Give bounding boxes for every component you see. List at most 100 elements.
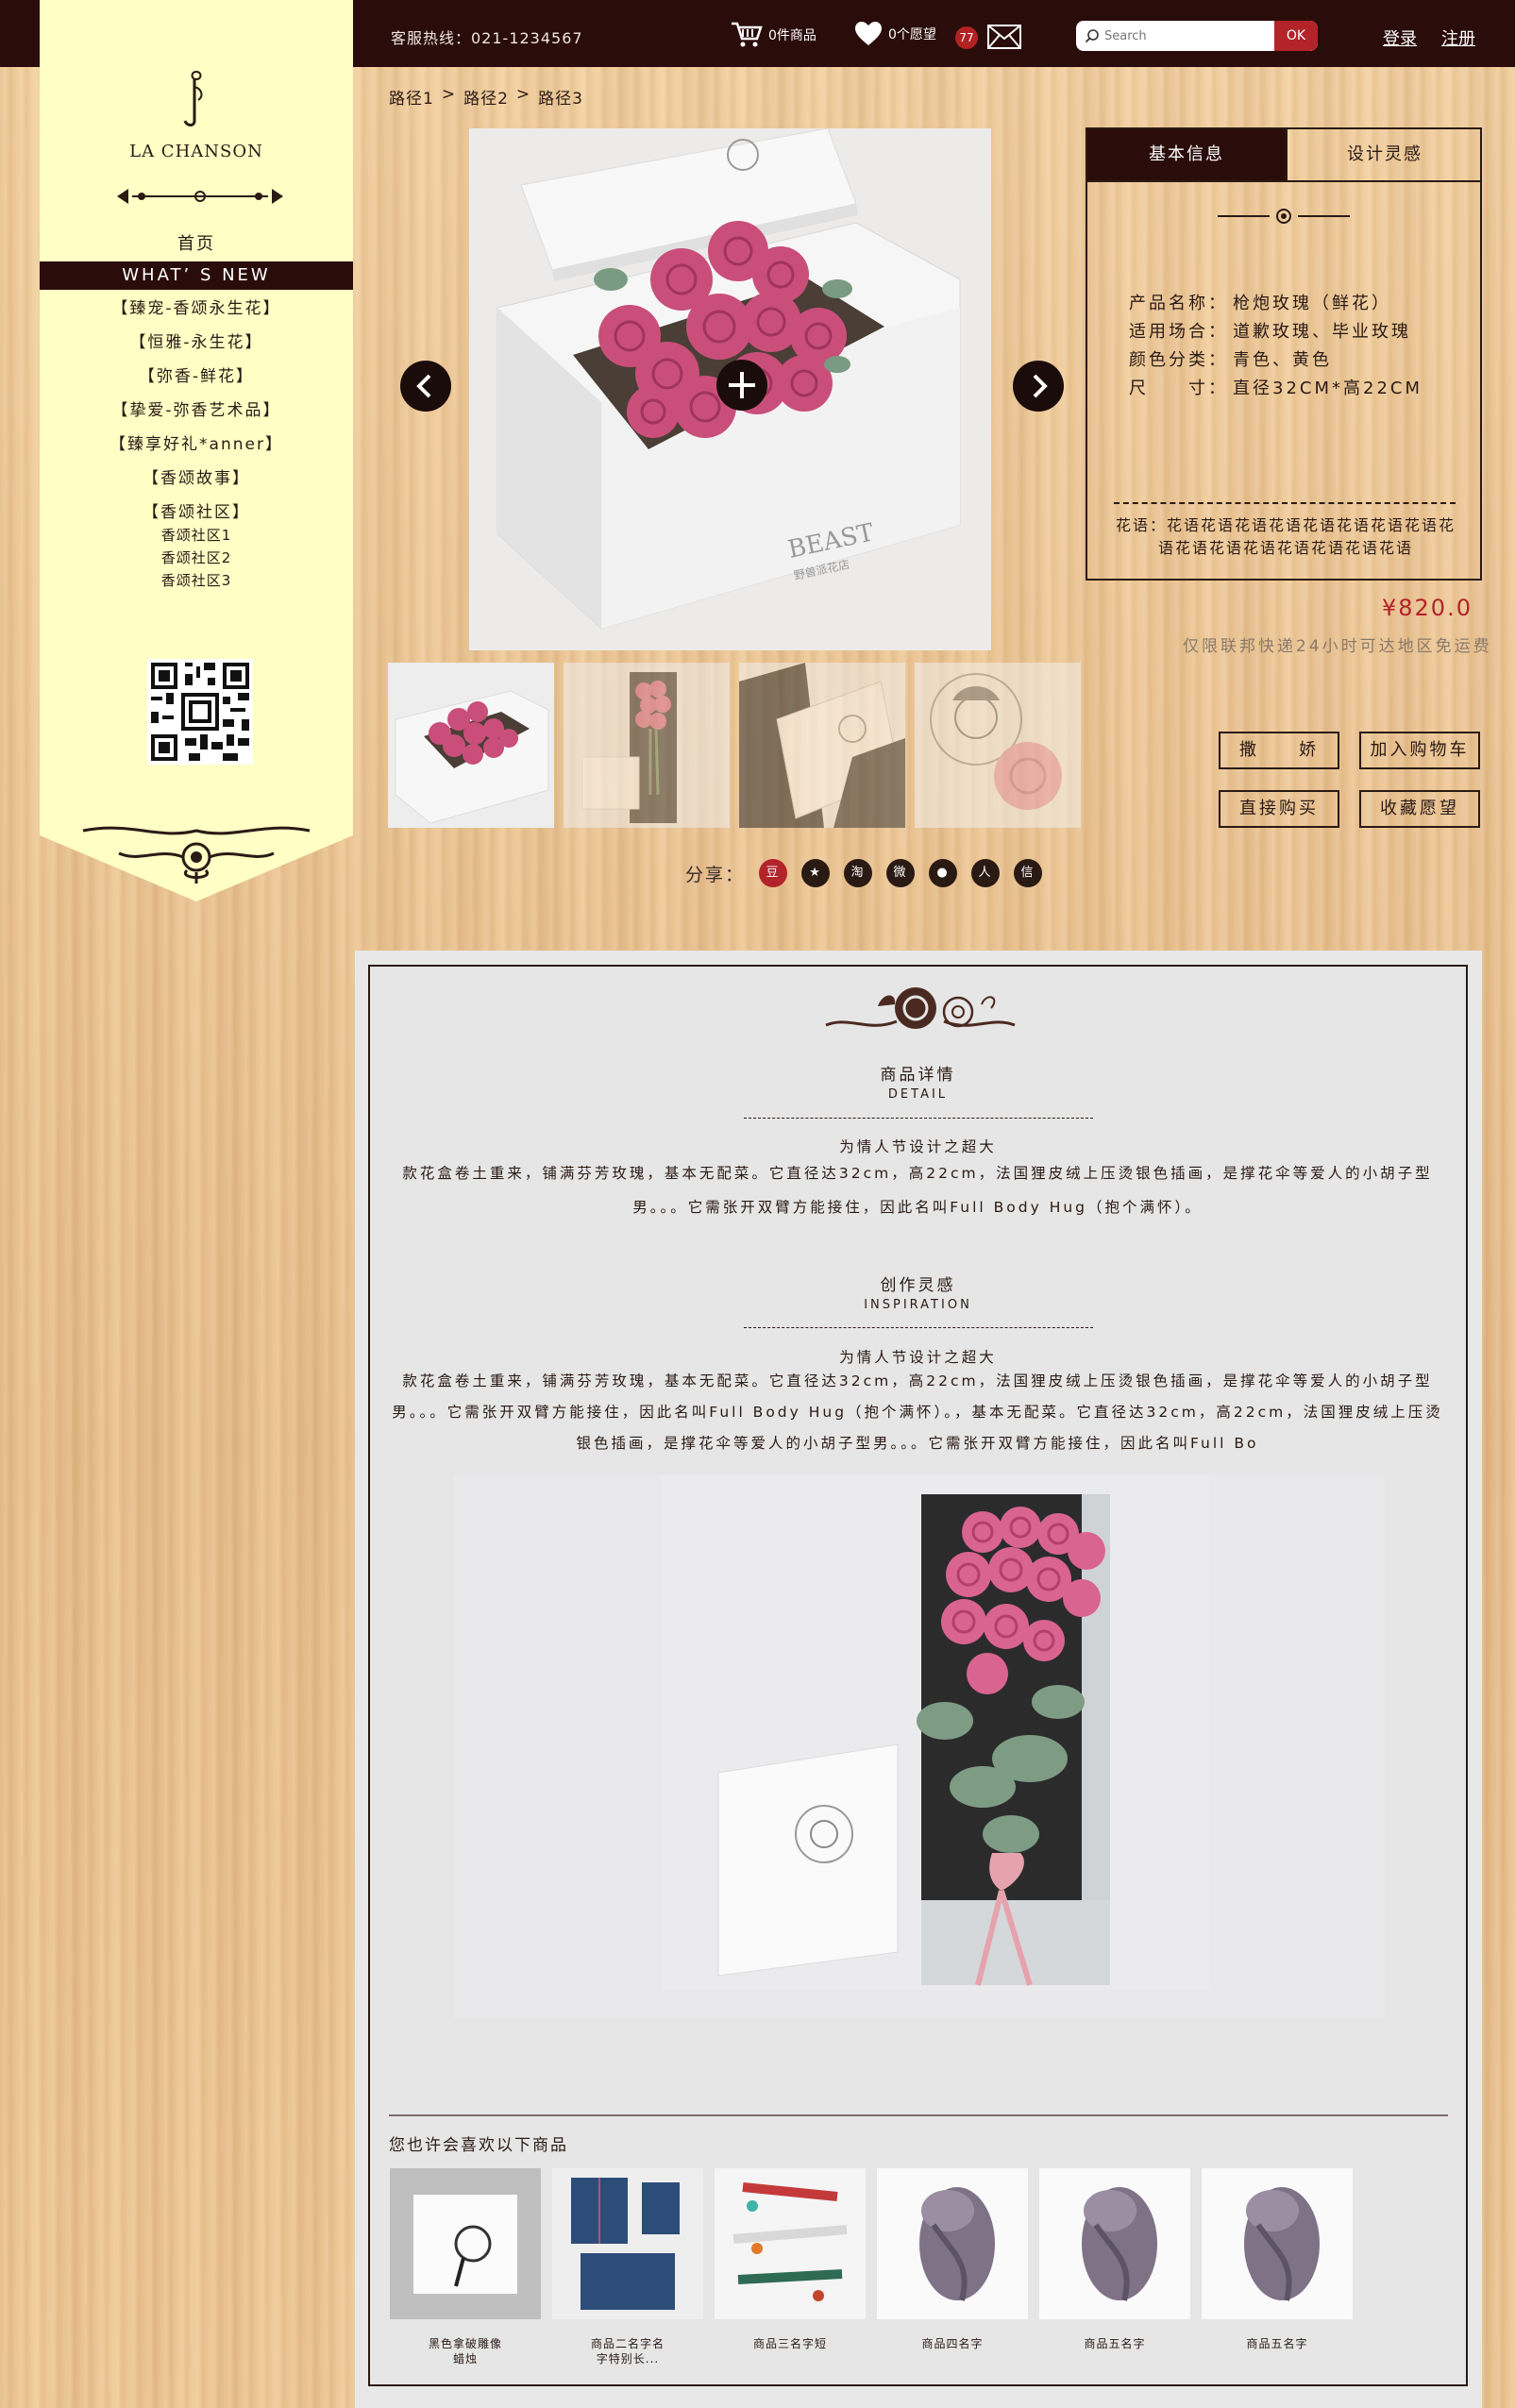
detail-title-en: DETAIL bbox=[887, 1087, 949, 1102]
sidebar-ornament-icon bbox=[82, 826, 311, 884]
recommend-item[interactable]: 商品五名字 bbox=[1202, 2168, 1353, 2366]
zoom-plus-icon[interactable] bbox=[716, 360, 767, 411]
add-to-cart-button[interactable]: 加入购物车 bbox=[1359, 732, 1480, 769]
chevron-right-icon bbox=[1033, 374, 1048, 398]
mail-icon[interactable] bbox=[987, 25, 1021, 53]
recommend-image bbox=[715, 2168, 866, 2319]
nav-sub-item[interactable]: 香颂社区3 bbox=[40, 569, 353, 592]
recommend-name: 商品四名字 bbox=[921, 2337, 984, 2350]
nav-home[interactable]: 首页 bbox=[40, 230, 353, 255]
nav-sub-item[interactable]: 香颂社区1 bbox=[40, 524, 353, 547]
detail-subtitle: 为情人节设计之超大 bbox=[839, 1138, 997, 1155]
register-link[interactable]: 注册 bbox=[1441, 25, 1475, 50]
nav-item-mixiang[interactable]: 【弥香-鲜花】 bbox=[40, 364, 353, 398]
nav-item-zhenchong[interactable]: 【臻宠-香颂永生花】 bbox=[40, 296, 353, 330]
nav-sub-item[interactable]: 香颂社区2 bbox=[40, 547, 353, 569]
login-link[interactable]: 登录 bbox=[1383, 25, 1417, 50]
renren-icon[interactable]: 人 bbox=[971, 859, 1001, 887]
nav-list: 【臻宠-香颂永生花】 【恒雅-永生花】 【弥香-鲜花】 【挚爱-弥香艺术品】 【… bbox=[40, 296, 353, 534]
recommend-image bbox=[1202, 2168, 1353, 2319]
qr-code-icon bbox=[147, 659, 253, 765]
next-image-button[interactable] bbox=[1013, 361, 1064, 412]
nav-whats-new[interactable]: WHAT’ S NEW bbox=[40, 261, 353, 290]
taobao-icon[interactable]: 淘 bbox=[844, 859, 873, 887]
recommend-item[interactable]: 黑色拿破雕像 蜡烛 bbox=[390, 2168, 541, 2366]
inspiration-title: 创作灵感 bbox=[880, 1276, 956, 1295]
prev-image-button[interactable] bbox=[400, 361, 451, 412]
spec-key: 产品名称： bbox=[1129, 294, 1228, 313]
inspiration-text: 款花盒卷土重来，铺满芬芳玫瑰，基本无配菜。它直径达32cm，高22cm，法国狸皮… bbox=[392, 1372, 1443, 1452]
recommend-item[interactable]: 商品二名字名 字特别长... bbox=[552, 2168, 703, 2366]
recommend-image bbox=[1039, 2168, 1190, 2319]
brand-logo[interactable] bbox=[40, 66, 353, 132]
weibo-icon[interactable]: 微 bbox=[886, 859, 916, 887]
wechat-icon[interactable]: 信 bbox=[1014, 859, 1043, 887]
spec-value: 道歉玫瑰、毕业玫瑰 bbox=[1233, 322, 1411, 342]
thumbnail-4[interactable] bbox=[915, 663, 1081, 828]
recommend-list: 黑色拿破雕像 蜡烛 商品二名字名 字特别长... 商品三名字短 商品四名字 商品… bbox=[390, 2168, 1353, 2366]
spec-value: 直径32CM*高22CM bbox=[1233, 379, 1423, 398]
recommend-name: 商品三名字短 bbox=[752, 2337, 827, 2350]
add-wish-button[interactable]: 收藏愿望 bbox=[1359, 790, 1480, 828]
product-info-panel: 基本信息 设计灵感 产品名称： 枪炮玫瑰（鲜花） 适用场合： 道歉玫瑰、毕业玫瑰 颜… bbox=[1086, 127, 1482, 581]
rose-ornament-icon bbox=[825, 987, 1016, 1029]
recommend-title: 您也许会喜欢以下商品 bbox=[389, 2136, 568, 2155]
buy-now-button[interactable]: 直接购买 bbox=[1219, 790, 1339, 828]
logo-mark-icon bbox=[183, 70, 203, 126]
hotline: 客服热线：021-1234567 bbox=[391, 29, 583, 47]
search-button[interactable]: OK bbox=[1274, 21, 1318, 51]
recommend-divider bbox=[389, 2114, 1448, 2116]
search-input[interactable] bbox=[1104, 21, 1246, 51]
search-box: OK bbox=[1076, 21, 1318, 51]
breadcrumb-item[interactable]: 路径1 bbox=[389, 85, 434, 109]
dashed-divider bbox=[1114, 502, 1456, 504]
spec-value: 枪炮玫瑰（鲜花） bbox=[1233, 294, 1391, 313]
nav-item-zhiai[interactable]: 【挚爱-弥香艺术品】 bbox=[40, 398, 353, 432]
thumbnail-2[interactable] bbox=[564, 663, 730, 828]
heart-icon bbox=[855, 22, 882, 45]
dashed-divider bbox=[744, 1118, 1093, 1119]
detail-text: 款花盒卷土重来，铺满芬芳玫瑰，基本无配菜。它直径达32cm，高22cm，法国狸皮… bbox=[402, 1165, 1433, 1216]
nav-item-story[interactable]: 【香颂故事】 bbox=[40, 466, 353, 500]
thumbnail-1[interactable] bbox=[388, 663, 554, 828]
cart-icon bbox=[732, 22, 763, 47]
recommend-name: 黑色拿破雕像 蜡烛 bbox=[428, 2337, 502, 2366]
detail-title: 商品详情 bbox=[880, 1066, 956, 1085]
thumbnail-strip bbox=[388, 663, 1081, 828]
breadcrumb: 路径1 > 路径2 > 路径3 bbox=[389, 85, 583, 109]
chevron-left-icon bbox=[416, 374, 431, 398]
divider-ornament-icon bbox=[117, 189, 283, 204]
nav-item-zhenxiang[interactable]: 【臻享好礼*anner】 bbox=[40, 432, 353, 466]
breadcrumb-item[interactable]: 路径2 bbox=[463, 85, 509, 109]
nav-sub-list: 香颂社区1 香颂社区2 香颂社区3 bbox=[40, 524, 353, 592]
qq-icon[interactable]: ● bbox=[929, 859, 958, 887]
cart-link[interactable]: 0件商品 bbox=[731, 21, 816, 49]
product-price: ¥820.0 bbox=[1382, 595, 1473, 621]
inspiration-title-en: INSPIRATION bbox=[864, 1298, 972, 1312]
douban-icon[interactable]: 豆 bbox=[759, 859, 788, 887]
product-main-image[interactable]: BEAST 野兽派花店 bbox=[469, 128, 991, 650]
recommend-item[interactable]: 商品五名字 bbox=[1039, 2168, 1190, 2366]
recommend-name: 商品五名字 bbox=[1084, 2337, 1146, 2350]
wish-count: 0个愿望 bbox=[888, 27, 936, 42]
breadcrumb-item[interactable]: 路径3 bbox=[538, 85, 583, 109]
spec-key: 颜色分类： bbox=[1129, 350, 1228, 370]
message-badge[interactable]: 77 bbox=[955, 26, 978, 49]
wish-link[interactable]: 0个愿望 bbox=[854, 21, 936, 47]
tab-design-inspiration[interactable]: 设计灵感 bbox=[1286, 129, 1482, 180]
recommend-item[interactable]: 商品四名字 bbox=[877, 2168, 1028, 2366]
thumbnail-3[interactable] bbox=[739, 663, 905, 828]
share-bar: 分享： 豆 ★ 淘 微 ● 人 信 bbox=[685, 859, 1043, 887]
flower-language: 花语：花语花语花语花语花语花语花语花语花语花语花语花语花语花语花语花语 bbox=[1115, 516, 1456, 557]
search-icon bbox=[1085, 29, 1099, 43]
tab-underline bbox=[1087, 180, 1480, 182]
dot-divider-icon bbox=[1218, 209, 1350, 224]
cart-count: 0件商品 bbox=[768, 28, 816, 43]
nav-item-hengya[interactable]: 【恒雅-永生花】 bbox=[40, 330, 353, 364]
sajiao-button[interactable]: 撒 娇 bbox=[1219, 732, 1339, 769]
recommend-item[interactable]: 商品三名字短 bbox=[715, 2168, 866, 2366]
spec-row: 产品名称： 枪炮玫瑰（鲜花） bbox=[1129, 290, 1422, 318]
spec-value: 青色、黄色 bbox=[1233, 350, 1332, 370]
tab-basic-info[interactable]: 基本信息 bbox=[1087, 129, 1286, 180]
star-icon[interactable]: ★ bbox=[801, 859, 831, 887]
